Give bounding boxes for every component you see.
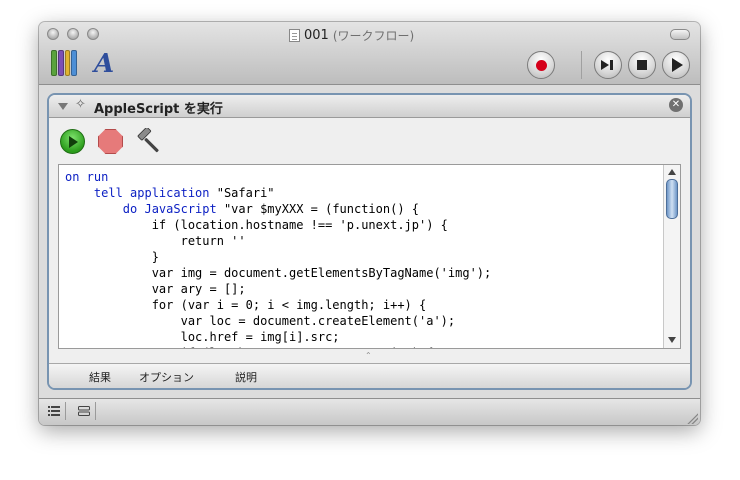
code-line: tell application "Safari" (93, 186, 275, 200)
run-workflow-button[interactable] (662, 51, 690, 79)
workflow-window: 001 (ワークフロー) A ✧ AppleScript を実行 ✕ on ru… (39, 22, 700, 425)
action-header: ✧ AppleScript を実行 ✕ (49, 95, 690, 118)
scroll-down-icon[interactable] (668, 337, 676, 343)
code-line: on run (65, 170, 109, 184)
title-bar: 001 (ワークフロー) A (39, 22, 700, 85)
vertical-scrollbar[interactable] (663, 165, 680, 348)
scroll-thumb[interactable] (666, 179, 678, 219)
code-line: for (var i = 0; i < img.length; i++) { (65, 298, 427, 312)
zoom-window-button[interactable] (87, 28, 99, 40)
play-icon (672, 58, 683, 72)
editor-resize-handle[interactable]: ⌃ (365, 351, 372, 360)
stop-workflow-button[interactable] (628, 51, 656, 79)
script-code[interactable]: on run tell application "Safari" do Java… (65, 169, 492, 348)
run-icon (69, 135, 78, 148)
code-line: var ary = []; (65, 282, 246, 296)
action-tabs: 結果 オプション 説明 (49, 363, 690, 388)
close-window-button[interactable] (47, 28, 59, 40)
stop-script-button[interactable] (98, 129, 123, 154)
run-script-button[interactable] (60, 129, 85, 154)
window-title: 001 (ワークフロー) (289, 27, 414, 44)
tab-description[interactable]: 説明 (235, 369, 257, 385)
scroll-up-icon[interactable] (668, 169, 676, 175)
window-resize-grip[interactable] (686, 412, 698, 424)
list-view-icon (48, 406, 60, 416)
stop-icon (637, 60, 647, 70)
document-icon (289, 29, 300, 42)
window-subtitle: (ワークフロー) (332, 29, 415, 43)
disclosure-triangle-icon[interactable] (58, 103, 68, 110)
toolbar-separator (581, 51, 582, 79)
applescript-icon: ✧ (75, 97, 86, 112)
code-line: loc.href = img[i].src; (65, 330, 340, 344)
tab-options[interactable]: オプション (139, 369, 194, 385)
step-icon (601, 60, 613, 70)
list-view-button[interactable] (43, 402, 66, 420)
code-line: return '' (65, 234, 246, 248)
script-editor[interactable]: on run tell application "Safari" do Java… (58, 164, 681, 349)
toolbar-toggle-button[interactable] (670, 29, 690, 40)
font-a-icon[interactable]: A (94, 49, 114, 79)
minimize-window-button[interactable] (67, 28, 79, 40)
code-line: do JavaScript "var $myXXX = (function() … (122, 202, 420, 216)
code-line: if (location.hostname !== 'p.unext.jp') … (65, 218, 448, 232)
hammer-icon[interactable] (135, 128, 163, 156)
code-line: var img = document.getElementsByTagName(… (65, 266, 492, 280)
step-button[interactable] (594, 51, 622, 79)
record-icon (535, 59, 547, 71)
action-title: AppleScript を実行 (94, 102, 223, 117)
code-line: } (65, 250, 159, 264)
log-view-button[interactable] (73, 402, 96, 420)
tab-results[interactable]: 結果 (89, 369, 111, 385)
remove-action-icon[interactable]: ✕ (669, 98, 683, 112)
action-panel: ✧ AppleScript を実行 ✕ on run tell applicat… (47, 93, 692, 390)
library-books-icon[interactable] (51, 50, 77, 76)
window-title-text: 001 (304, 28, 329, 43)
workflow-area: ✧ AppleScript を実行 ✕ on run tell applicat… (39, 85, 700, 425)
code-line: var loc = document.createElement('a'); (65, 314, 456, 328)
record-button[interactable] (527, 51, 555, 79)
code-line: if (loc.hostname == 'p.unext.jp') { (65, 345, 491, 348)
log-view-icon (78, 406, 90, 416)
bottom-bar (39, 398, 700, 425)
